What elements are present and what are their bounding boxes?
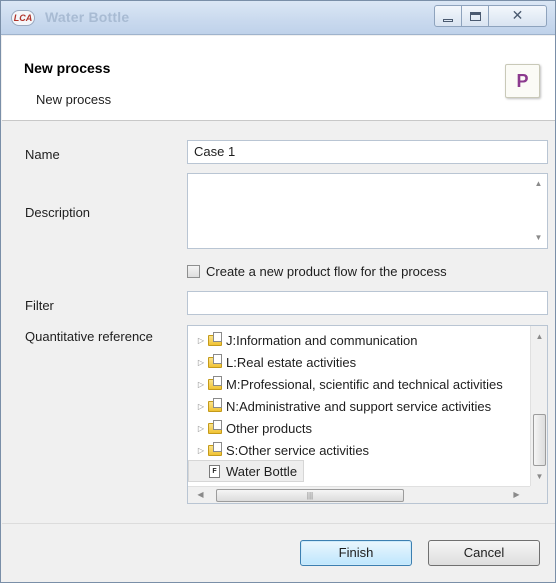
close-icon: ✕: [511, 8, 524, 24]
tree-item[interactable]: ▷ L:Real estate activities: [188, 351, 356, 373]
expand-triangle-icon[interactable]: ▷: [194, 446, 208, 455]
tree-item-label: J:Information and communication: [226, 332, 418, 348]
quantitative-reference-tree[interactable]: ▷ J:Information and communication ▷ L:Re…: [187, 325, 548, 504]
create-product-flow-checkbox[interactable]: [187, 265, 200, 278]
process-wizard-icon: P: [505, 64, 540, 98]
scroll-up-icon[interactable]: ▲: [531, 331, 547, 343]
create-product-flow-label[interactable]: Create a new product flow for the proces…: [206, 264, 447, 279]
folder-icon: [208, 441, 222, 456]
expand-triangle-icon[interactable]: ▷: [194, 358, 208, 367]
folder-icon: [208, 419, 222, 434]
new-process-dialog: LCA Water Bottle ✕ New process New proce…: [0, 0, 556, 583]
tree-item[interactable]: ▷ M:Professional, scientific and technic…: [188, 373, 503, 395]
tree-item-label: Water Bottle: [226, 463, 298, 479]
tree-item-selected[interactable]: F Water Bottle: [188, 460, 305, 482]
description-label: Description: [25, 205, 91, 220]
minimize-button[interactable]: [434, 5, 462, 27]
footer-divider: [2, 523, 555, 524]
tree-item-label: N:Administrative and support service act…: [226, 398, 492, 414]
name-field[interactable]: Case 1: [187, 140, 548, 164]
openlca-app-icon: LCA: [11, 10, 35, 26]
finish-button[interactable]: Finish: [300, 540, 412, 566]
filter-label: Filter: [25, 298, 54, 313]
folder-icon: [208, 397, 222, 412]
tree-item-label: S:Other service activities: [226, 442, 370, 458]
expand-triangle-icon[interactable]: ▷: [194, 424, 208, 433]
tree-item-label: L:Real estate activities: [226, 354, 357, 370]
scroll-right-icon[interactable]: ▶: [508, 489, 525, 501]
maximize-icon: [469, 11, 481, 21]
tree-item[interactable]: ▷ J:Information and communication: [188, 329, 417, 351]
expand-triangle-icon[interactable]: ▷: [194, 336, 208, 345]
name-label: Name: [25, 147, 60, 162]
scroll-left-icon[interactable]: ◀: [192, 489, 209, 501]
scroll-down-icon[interactable]: ▼: [531, 471, 547, 483]
expand-triangle-icon[interactable]: ▷: [194, 380, 208, 389]
expand-triangle-icon[interactable]: ▷: [194, 402, 208, 411]
folder-icon: [208, 353, 222, 368]
wizard-title: New process: [24, 60, 111, 76]
maximize-button[interactable]: [462, 5, 489, 27]
scroll-down-icon[interactable]: ▼: [530, 232, 547, 244]
folder-icon: [208, 375, 222, 390]
scrollbar-corner: [530, 486, 547, 503]
minimize-icon: [443, 18, 453, 22]
tree-item-label: M:Professional, scientific and technical…: [226, 376, 503, 392]
description-field[interactable]: [187, 173, 548, 249]
title-bar[interactable]: LCA Water Bottle ✕: [1, 1, 555, 35]
scroll-up-icon[interactable]: ▲: [530, 178, 547, 190]
close-button[interactable]: ✕: [489, 5, 547, 27]
cancel-button[interactable]: Cancel: [428, 540, 540, 566]
tree-vertical-scrollbar[interactable]: ▲ ▼: [530, 326, 547, 486]
description-scrollbar[interactable]: ▲ ▼: [530, 174, 547, 248]
horizontal-scroll-thumb[interactable]: |||: [216, 489, 404, 502]
tree-item[interactable]: ▷ S:Other service activities: [188, 439, 369, 461]
folder-icon: [208, 331, 222, 346]
tree-horizontal-scrollbar[interactable]: ◀ ||| ▶: [188, 486, 530, 503]
vertical-scroll-thumb[interactable]: [533, 414, 546, 466]
wizard-header: New process New process P: [2, 36, 555, 121]
filter-field[interactable]: [187, 291, 548, 315]
tree-item[interactable]: ▷ N:Administrative and support service a…: [188, 395, 491, 417]
wizard-subtitle: New process: [36, 92, 112, 107]
tree-item-label: Other products: [226, 420, 312, 436]
tree-item[interactable]: ▷ Other products: [188, 417, 312, 439]
window-title: Water Bottle: [45, 9, 130, 25]
quantitative-reference-label: Quantitative reference: [25, 329, 153, 344]
product-flow-icon: F: [209, 464, 220, 478]
